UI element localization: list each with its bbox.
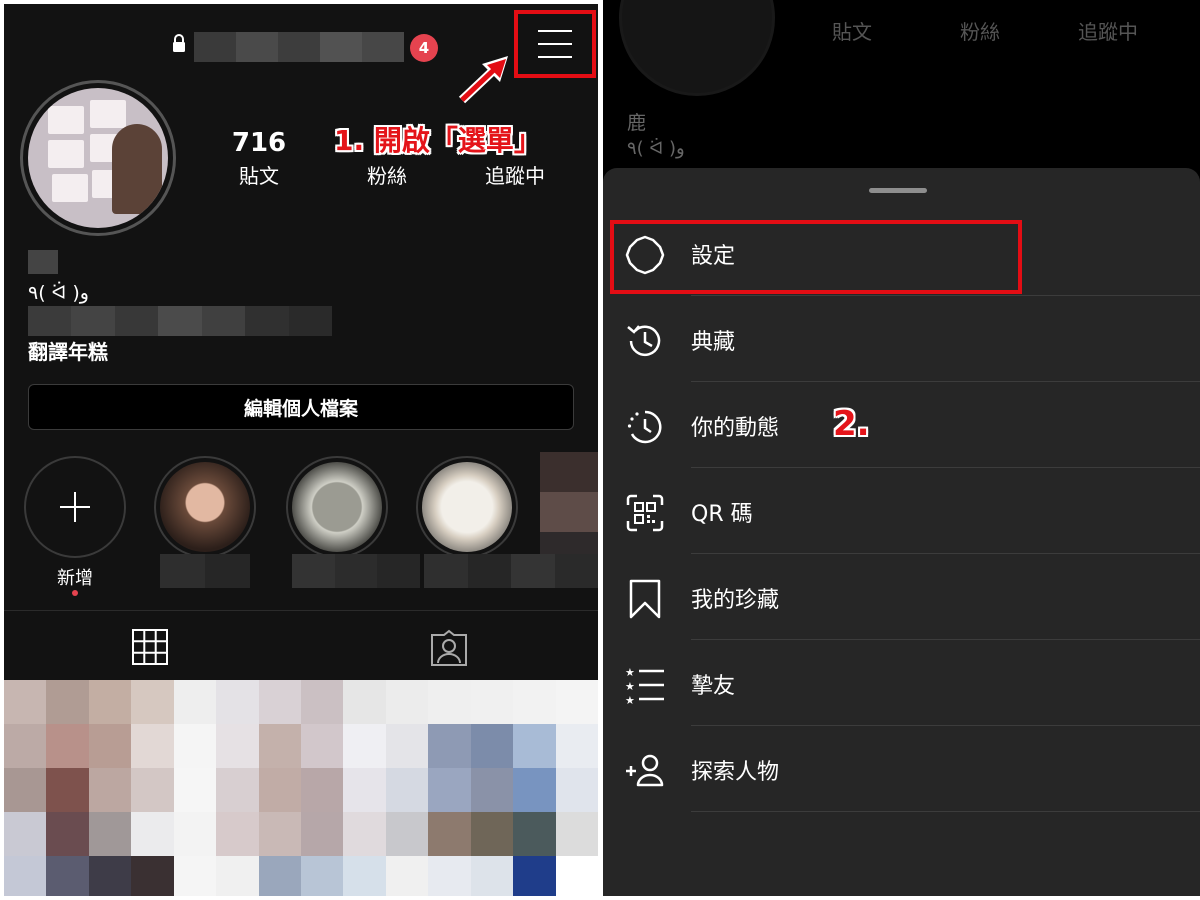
bio-text: 翻譯年糕 bbox=[28, 340, 108, 364]
menu-item-activity[interactable]: 你的動態 bbox=[603, 382, 1200, 468]
plus-icon bbox=[60, 492, 90, 522]
svg-text:★: ★ bbox=[625, 694, 635, 705]
menu-item-archive[interactable]: 典藏 bbox=[603, 296, 1200, 382]
grid-icon[interactable] bbox=[132, 629, 168, 665]
followers-stat[interactable]: 粉絲 bbox=[332, 160, 442, 189]
discover-people-label: 探索人物 bbox=[691, 760, 780, 785]
posts-stat[interactable]: 716 貼文 bbox=[204, 128, 314, 189]
highlight-thumbnail bbox=[292, 462, 382, 552]
avatar-image bbox=[28, 88, 168, 228]
highlight-thumbnail bbox=[160, 462, 250, 552]
archive-icon bbox=[627, 325, 661, 357]
new-highlight-label: 新增 bbox=[57, 568, 93, 589]
post-grid-pixelated bbox=[4, 680, 598, 896]
highlight-label-pixelated bbox=[160, 554, 250, 588]
posts-count: 716 bbox=[231, 128, 287, 158]
notification-badge[interactable]: 4 bbox=[410, 34, 438, 62]
hamburger-icon bbox=[538, 30, 572, 58]
profile-name-dimmed: 鹿 bbox=[627, 112, 647, 134]
edit-profile-button[interactable]: 編輯個人檔案 bbox=[28, 384, 574, 430]
qr-code-icon bbox=[626, 494, 664, 532]
saved-label: 我的珍藏 bbox=[691, 588, 780, 613]
archive-label: 典藏 bbox=[691, 330, 736, 355]
highlight-item[interactable] bbox=[416, 456, 518, 558]
close-friends-icon: ★ ★ ★ bbox=[625, 666, 664, 705]
bio-dimmed: ٩( ᐛ )و bbox=[627, 138, 685, 159]
followers-label: 粉絲 bbox=[367, 164, 407, 188]
menu-item-discover-people[interactable]: 探索人物 bbox=[603, 726, 1200, 812]
screenshot-gutter bbox=[598, 0, 603, 900]
new-dot bbox=[72, 590, 78, 596]
lock-icon bbox=[173, 34, 185, 52]
username-pixelated bbox=[194, 32, 404, 62]
activity-label: 你的動態 bbox=[691, 416, 780, 441]
menu-sheet: 設定 2. 典藏 你的動態 QR 碼 我的珍藏 ★ ★ ★ 摯友 探索人物 bbox=[603, 168, 1200, 896]
posts-label: 貼文 bbox=[239, 164, 279, 188]
sheet-grabber[interactable] bbox=[869, 188, 927, 193]
highlight-label-pixelated bbox=[292, 554, 421, 588]
bio-line: ٩( ᐛ )و bbox=[28, 282, 89, 304]
annotation-arrow bbox=[458, 56, 508, 104]
menu-item-qr-code[interactable]: QR 碼 bbox=[603, 468, 1200, 554]
following-label: 追蹤中 bbox=[485, 164, 545, 188]
highlight-item[interactable] bbox=[286, 456, 388, 558]
tagged-icon[interactable] bbox=[430, 629, 468, 667]
bookmark-icon bbox=[629, 579, 661, 619]
tab-divider bbox=[4, 610, 598, 611]
profile-avatar[interactable] bbox=[20, 80, 176, 236]
following-stat[interactable]: 追蹤中 bbox=[460, 160, 570, 189]
posts-label-dimmed: 貼文 bbox=[832, 20, 872, 44]
svg-text:★: ★ bbox=[625, 680, 635, 693]
profile-screen: 4 1. 開啟「選單」 716 貼文 粉絲 追蹤中 ٩( ᐛ )و 翻譯年糕 編… bbox=[4, 4, 598, 896]
highlight-label-pixelated bbox=[424, 554, 598, 588]
followers-label-dimmed: 粉絲 bbox=[960, 20, 1000, 44]
highlight-item[interactable] bbox=[154, 456, 256, 558]
annotation-step-1: 1. 開啟「選單」 bbox=[334, 124, 542, 157]
close-friends-label: 摯友 bbox=[691, 674, 736, 699]
highlight-thumbnail bbox=[422, 462, 512, 552]
menu-item-saved[interactable]: 我的珍藏 bbox=[603, 554, 1200, 640]
following-label-dimmed: 追蹤中 bbox=[1078, 20, 1138, 44]
qr-code-label: QR 碼 bbox=[691, 502, 753, 527]
svg-text:★: ★ bbox=[625, 666, 635, 679]
menu-button[interactable] bbox=[514, 10, 596, 78]
activity-icon bbox=[627, 410, 662, 444]
discover-people-icon bbox=[626, 754, 664, 787]
menu-screen: 貼文 粉絲 追蹤中 鹿 ٩( ᐛ )و 設定 2. 典藏 你的動態 QR 碼 我… bbox=[603, 0, 1200, 896]
new-highlight-button[interactable] bbox=[24, 456, 126, 558]
name-pixelated bbox=[28, 250, 58, 274]
settings-highlight-box bbox=[610, 220, 1022, 294]
avatar-dimmed bbox=[619, 0, 775, 96]
menu-item-close-friends[interactable]: ★ ★ ★ 摯友 bbox=[603, 640, 1200, 726]
bio-pixelated bbox=[28, 306, 332, 336]
